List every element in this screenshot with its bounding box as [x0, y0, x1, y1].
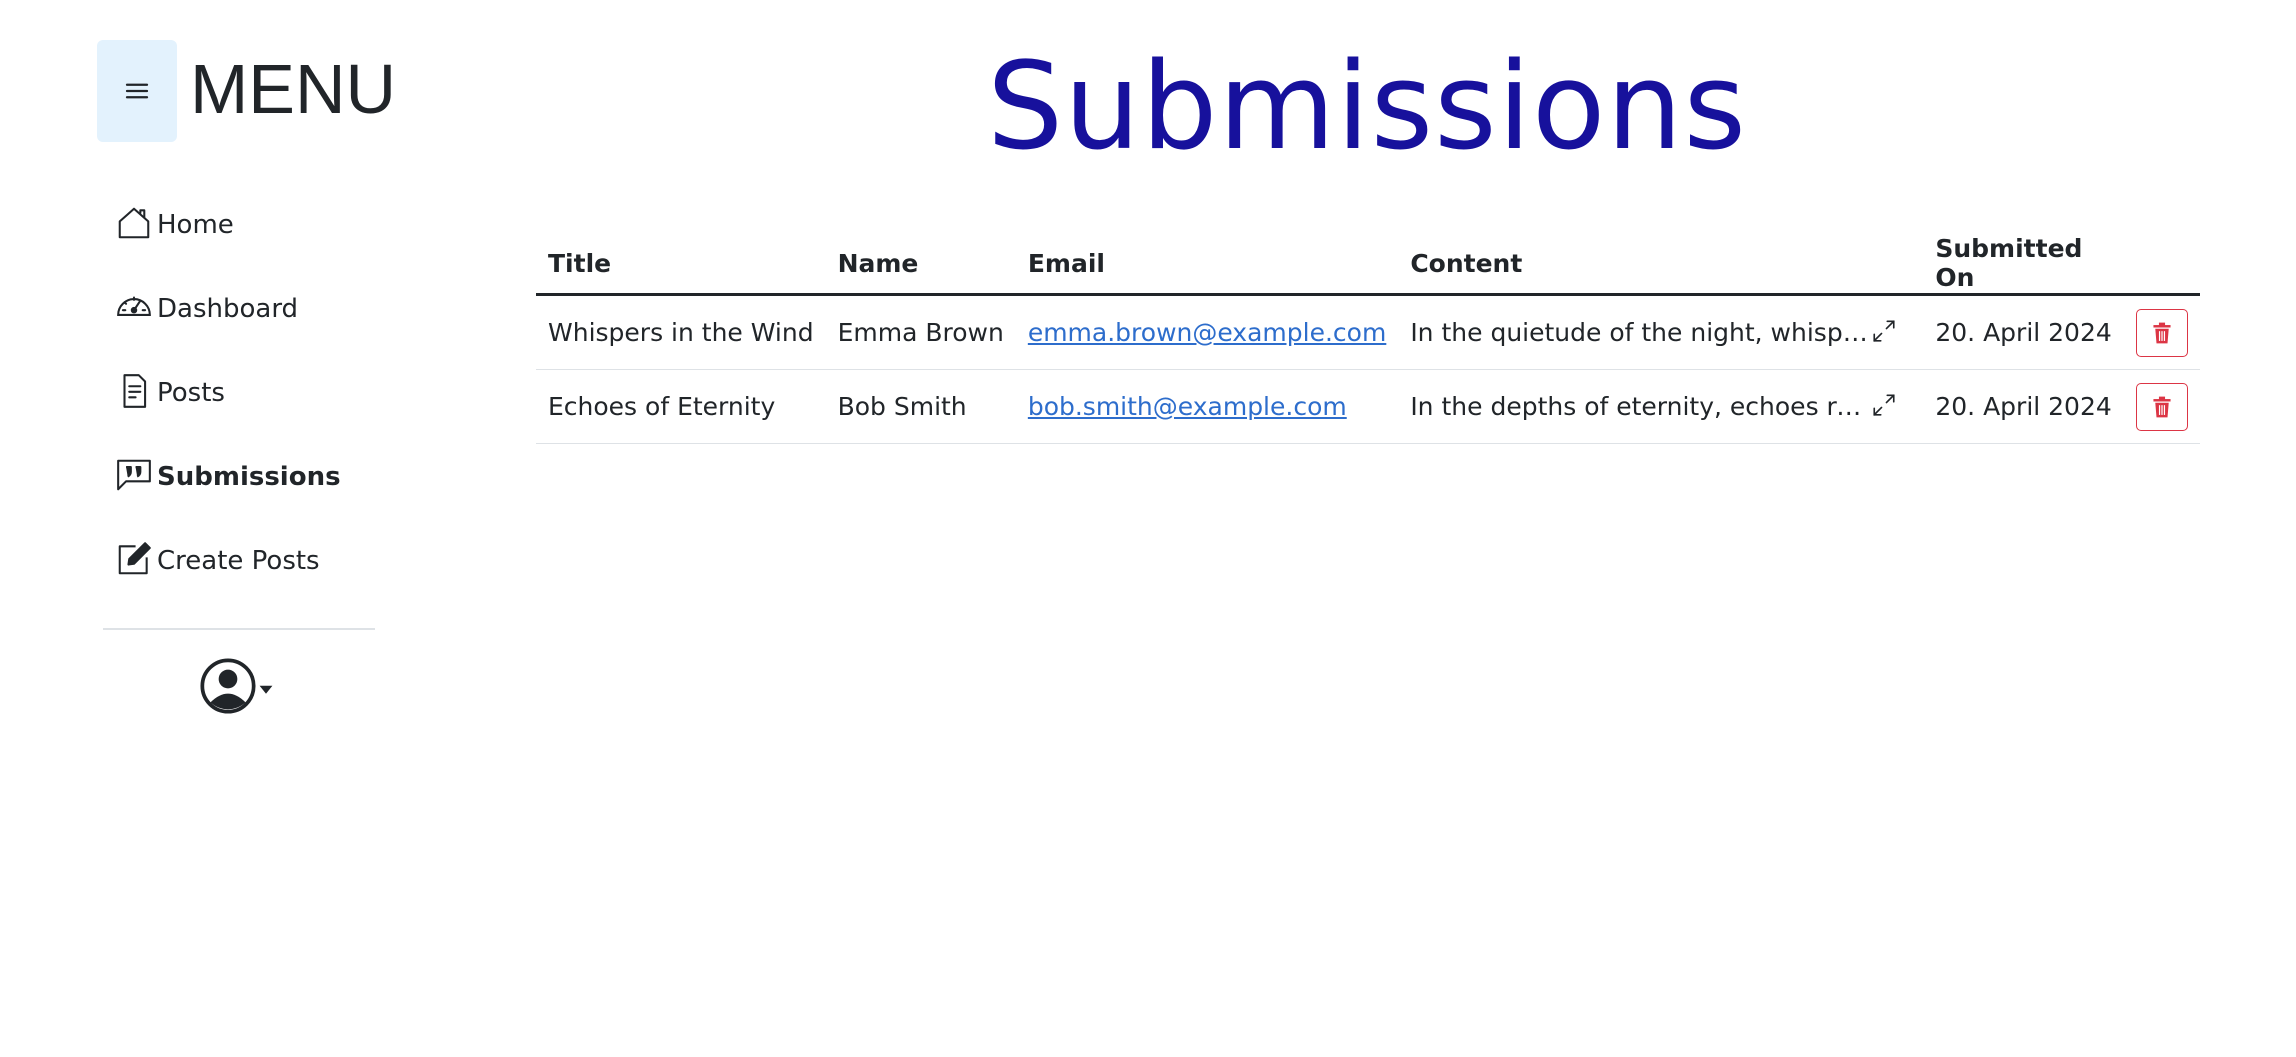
caret-down-icon	[259, 685, 273, 694]
sidebar-item-submissions[interactable]: Submissions	[115, 450, 375, 494]
expand-icon[interactable]	[1871, 318, 1901, 348]
sidebar-item-create-posts[interactable]: Create Posts	[115, 534, 375, 578]
sidebar-item-dashboard[interactable]: Dashboard	[115, 282, 375, 326]
column-header-content: Content	[1398, 233, 1924, 296]
cell-submitted-on: 20. April 2024	[1923, 369, 2124, 444]
pencil-square-icon	[115, 538, 155, 578]
delete-button[interactable]	[2136, 308, 2188, 357]
chat-quote-icon	[115, 454, 155, 494]
sidebar-nav: Home Dashboard Posts Submissions Create …	[115, 198, 375, 618]
cell-content: In the quietude of the night, whispers l…	[1398, 294, 1924, 370]
cell-title: Whispers in the Wind	[536, 294, 826, 370]
submissions-table: Title Name Email Content Submitted On Wh…	[536, 233, 2200, 444]
home-icon	[115, 202, 155, 242]
column-header-email: Email	[1015, 233, 1399, 296]
speedometer-icon	[115, 286, 155, 326]
sidebar-item-label: Posts	[157, 378, 225, 408]
column-header-actions	[2123, 233, 2200, 296]
expand-icon[interactable]	[1871, 392, 1901, 422]
menu-toggle-button[interactable]	[97, 40, 177, 142]
sidebar-divider	[103, 628, 375, 630]
cell-actions	[2123, 294, 2200, 370]
cell-submitted-on: 20. April 2024	[1923, 294, 2124, 370]
cell-actions	[2123, 369, 2200, 444]
cell-name: Emma Brown	[825, 294, 1016, 370]
person-circle-icon	[200, 658, 256, 714]
content-preview: In the quietude of the night, whispers l…	[1410, 318, 1871, 347]
trash-icon	[2153, 396, 2171, 417]
page-title: Submissions	[986, 38, 1747, 177]
sidebar-item-home[interactable]: Home	[115, 198, 375, 242]
profile-dropdown[interactable]	[200, 658, 274, 714]
cell-name: Bob Smith	[825, 369, 1016, 444]
content-preview: In the depths of eternity, echoes reverb…	[1410, 392, 1870, 421]
menu-title: MENU	[190, 50, 397, 128]
cell-email: bob.smith@example.com	[1015, 369, 1399, 444]
hamburger-icon	[125, 83, 149, 99]
trash-icon	[2153, 322, 2171, 343]
file-text-icon	[115, 370, 155, 410]
table-row: Echoes of Eternity Bob Smith bob.smith@e…	[536, 369, 2200, 444]
column-header-title: Title	[536, 233, 826, 296]
column-header-submitted-on: Submitted On	[1923, 233, 2124, 296]
table-row: Whispers in the Wind Emma Brown emma.bro…	[536, 294, 2200, 370]
sidebar-item-label: Home	[157, 210, 234, 240]
sidebar-item-label: Dashboard	[157, 294, 299, 324]
email-link[interactable]: bob.smith@example.com	[1028, 392, 1347, 421]
sidebar-item-label: Submissions	[157, 462, 341, 492]
cell-content: In the depths of eternity, echoes reverb…	[1398, 369, 1924, 444]
cell-title: Echoes of Eternity	[536, 369, 826, 444]
sidebar-item-label: Create Posts	[157, 546, 320, 576]
page: MENU Home Dashboard Posts Submissions Cr…	[0, 0, 2296, 1057]
column-header-name: Name	[825, 233, 1016, 296]
email-link[interactable]: emma.brown@example.com	[1028, 318, 1386, 347]
delete-button[interactable]	[2136, 382, 2188, 431]
sidebar-item-posts[interactable]: Posts	[115, 366, 375, 410]
cell-email: emma.brown@example.com	[1015, 294, 1399, 370]
table-header-row: Title Name Email Content Submitted On	[536, 233, 2200, 296]
